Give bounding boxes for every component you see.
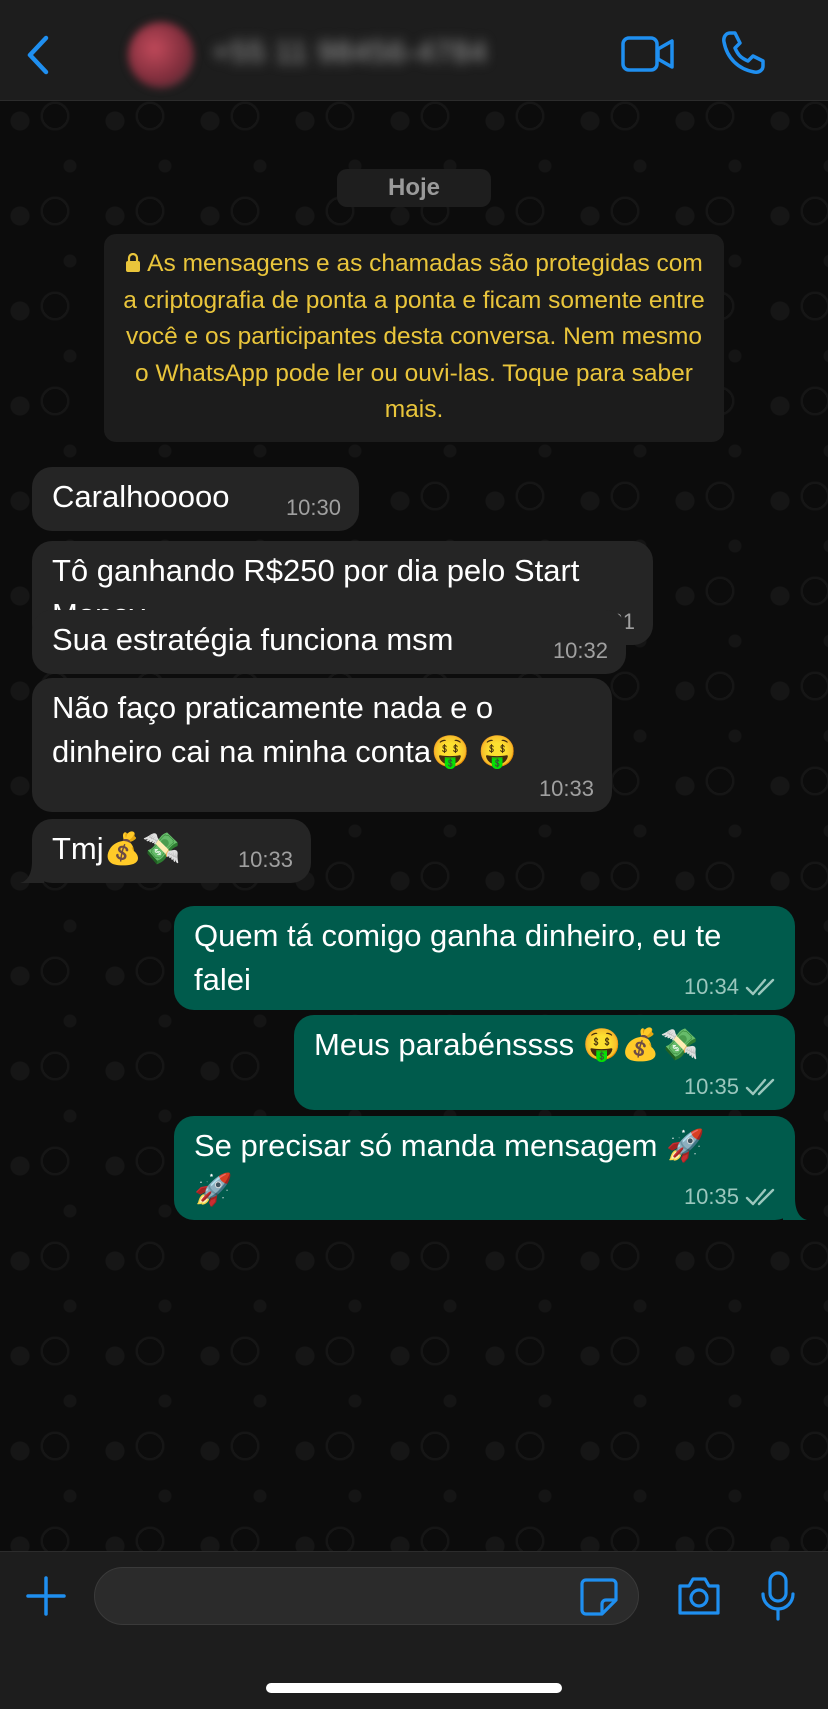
lock-icon <box>126 253 141 272</box>
phone-icon <box>722 31 765 74</box>
message-text: Não faço praticamente nada e o dinheiro … <box>52 690 517 769</box>
chat-area[interactable]: Hoje As mensagens e as chamadas são prot… <box>0 101 828 1551</box>
camera-button[interactable] <box>676 1574 722 1618</box>
chevron-left-icon <box>27 35 49 75</box>
message-incoming[interactable]: Tmj💰💸 10:33 <box>20 819 311 883</box>
message-text: Sua estratégia funciona msm <box>52 622 454 657</box>
contact-name[interactable]: +55 11 98456-4784 <box>212 36 488 70</box>
message-time: 10:33 <box>237 847 293 872</box>
encryption-notice-text: As mensagens e as chamadas são protegida… <box>123 250 705 423</box>
message-outgoing[interactable]: Se precisar só manda mensagem 🚀🚀 10:35 <box>174 1116 807 1220</box>
message-text: Se precisar só manda mensagem 🚀🚀 <box>194 1128 705 1207</box>
message-text: Tmj💰💸 <box>52 831 181 866</box>
message-outgoing[interactable]: Meus parabénssss 🤑💰💸 10:35 <box>294 1015 795 1110</box>
message-time: 10:35 <box>684 1074 777 1100</box>
home-indicator <box>266 1683 562 1693</box>
camera-icon <box>678 1577 720 1615</box>
message-outgoing[interactable]: Quem tá comigo ganha dinheiro, eu te fal… <box>174 906 795 1010</box>
read-receipt-icon <box>745 1188 775 1206</box>
plus-icon <box>26 1576 66 1616</box>
sticker-button[interactable] <box>578 1576 620 1618</box>
attach-button[interactable] <box>24 1574 68 1618</box>
microphone-button[interactable] <box>760 1570 796 1622</box>
message-time: 10:34 <box>684 974 777 1000</box>
bubble-tail <box>20 861 44 883</box>
message-incoming[interactable]: Sua estratégia funciona msm 10:32 <box>32 610 626 674</box>
message-incoming[interactable]: Não faço praticamente nada e o dinheiro … <box>32 678 612 812</box>
message-time: 10:32 <box>552 638 608 663</box>
message-time: 10:30 <box>285 495 341 520</box>
back-button[interactable] <box>20 30 60 80</box>
message-time: 10:35 <box>684 1184 777 1210</box>
read-receipt-icon <box>745 978 775 996</box>
message-time: 10:33 <box>538 776 594 801</box>
message-composer <box>0 1551 828 1709</box>
read-receipt-icon <box>745 1078 775 1096</box>
encryption-notice[interactable]: As mensagens e as chamadas são protegida… <box>104 234 724 442</box>
message-input[interactable] <box>94 1567 639 1625</box>
chat-header: +55 11 98456-4784 <box>0 0 828 101</box>
voice-call-button[interactable] <box>718 28 768 78</box>
sticker-icon <box>580 1578 618 1616</box>
message-text: Caralhooooo <box>52 479 230 514</box>
message-incoming[interactable]: Caralhooooo 10:30 <box>32 467 359 531</box>
video-call-button[interactable] <box>620 32 676 76</box>
date-separator: Hoje <box>337 169 491 207</box>
message-text: Meus parabénssss 🤑💰💸 <box>314 1027 699 1062</box>
bubble-tail <box>783 1198 807 1220</box>
video-camera-icon <box>621 36 674 72</box>
microphone-icon <box>761 1571 795 1621</box>
contact-avatar[interactable] <box>128 22 194 88</box>
